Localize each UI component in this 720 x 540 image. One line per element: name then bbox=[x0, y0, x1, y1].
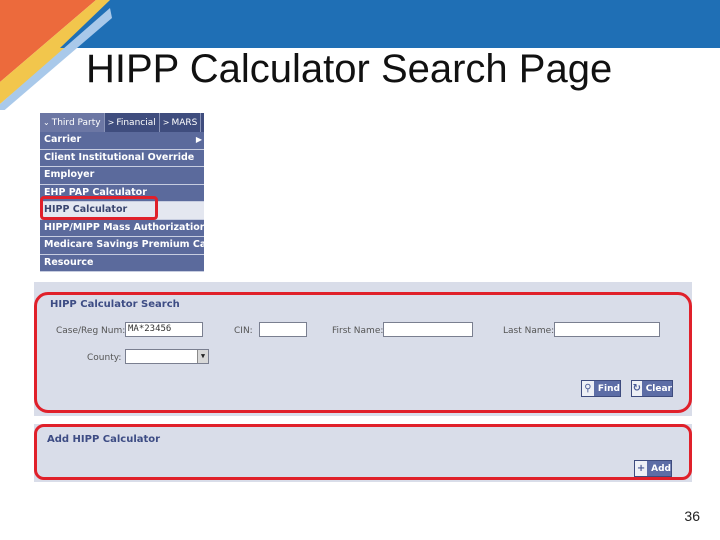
submenu-arrow-icon: ▶ bbox=[195, 135, 202, 144]
tab-third-party[interactable]: ⌄ Third Party bbox=[40, 113, 105, 132]
tab-label: Financial bbox=[116, 117, 156, 128]
menu-item-label: HIPP/MIPP Mass Authorization bbox=[44, 221, 204, 233]
tab-financial[interactable]: > Financial bbox=[105, 113, 160, 132]
add-highlight-annotation bbox=[34, 424, 692, 480]
menu-item-employer[interactable]: Employer bbox=[40, 167, 204, 185]
menu-tabs: ⌄ Third Party > Financial > MARS bbox=[40, 113, 204, 132]
chevron-right-icon: > bbox=[162, 118, 170, 127]
navigation-menu: ⌄ Third Party > Financial > MARS Carrier… bbox=[40, 113, 204, 272]
chevron-right-icon: > bbox=[107, 118, 115, 127]
menu-item-hipp-mipp-mass-authorization[interactable]: HIPP/MIPP Mass Authorization bbox=[40, 219, 204, 237]
search-highlight-annotation bbox=[34, 292, 692, 413]
tab-label: MARS bbox=[171, 117, 198, 128]
slide-title: HIPP Calculator Search Page bbox=[86, 47, 613, 91]
menu-item-label: Resource bbox=[44, 256, 94, 268]
page-number: 36 bbox=[684, 508, 700, 524]
tab-mars[interactable]: > MARS bbox=[160, 113, 202, 132]
menu-item-label: Client Institutional Override bbox=[44, 151, 195, 163]
menu-highlight-annotation bbox=[40, 196, 158, 220]
menu-item-client-institutional-override[interactable]: Client Institutional Override bbox=[40, 149, 204, 167]
menu-item-label: Carrier bbox=[44, 134, 82, 145]
menu-item-resource[interactable]: Resource bbox=[40, 254, 204, 272]
menu-item-carrier[interactable]: Carrier ▶ bbox=[40, 132, 204, 150]
menu-item-medicare-savings-premium-cap[interactable]: Medicare Savings Premium Cap bbox=[40, 237, 204, 255]
chevron-down-icon: ⌄ bbox=[43, 118, 50, 127]
menu-item-label: Medicare Savings Premium Cap bbox=[44, 239, 204, 250]
tab-label: Third Party bbox=[51, 117, 101, 128]
menu-item-label: Employer bbox=[44, 169, 95, 180]
